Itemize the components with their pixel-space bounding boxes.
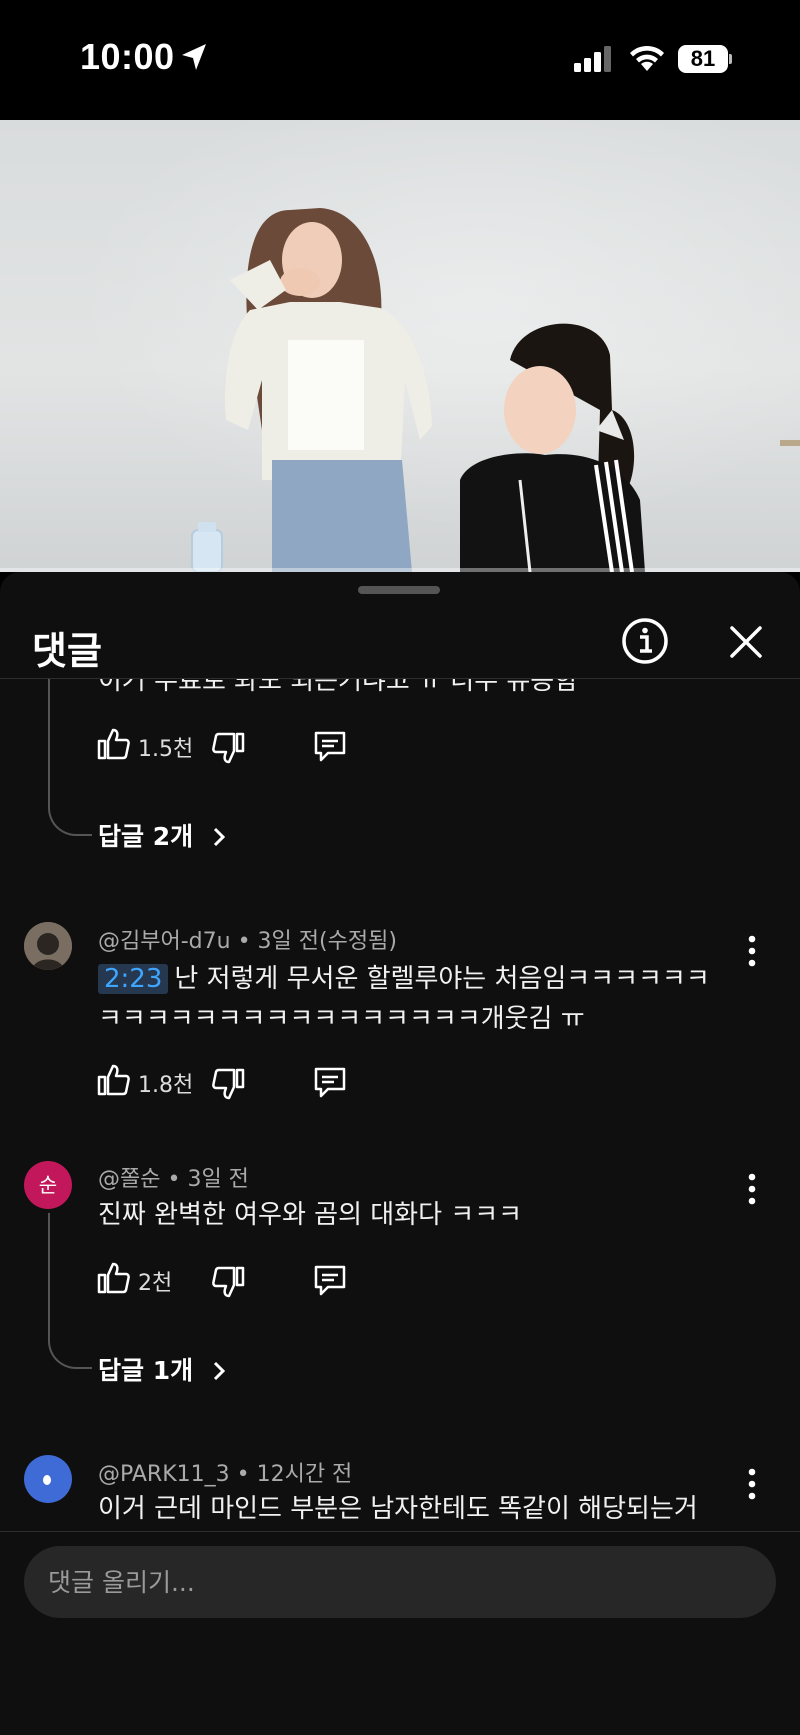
avatar-letter: 순 (38, 1173, 58, 1197)
comment-text-line1: 난 저렇게 무서운 할렐루야는 처음임ㅋㅋㅋㅋㅋㅋ (174, 964, 710, 994)
comments-sheet: 댓글 이거 무료로 봐도 되는거냐고 ㅠ 너무 유용함 1.5천 답글 2개 @… (0, 572, 800, 1735)
video-player[interactable] (0, 120, 800, 572)
view-replies-button[interactable]: 답글 1개 (98, 1351, 228, 1387)
view-replies-button[interactable]: 답글 2개 (98, 817, 228, 853)
comment-text: 이거 근데 마인드 부분은 남자한테도 똑같이 해당되는거 (98, 1494, 698, 1524)
info-icon[interactable] (620, 616, 670, 666)
avatar[interactable]: 순 (24, 1161, 72, 1209)
battery-icon: 81 (678, 45, 732, 73)
comment-input[interactable] (24, 1546, 776, 1618)
comment-text: 이거 무료로 봐도 되는거냐고 ㅠ 너무 유용함 (98, 679, 579, 696)
location-arrow-icon (182, 44, 206, 70)
chevron-right-icon (213, 827, 225, 847)
reply-icon[interactable] (312, 729, 348, 763)
chevron-right-icon (213, 1361, 225, 1381)
wifi-icon (630, 45, 664, 71)
like-count: 1.8천 (138, 1073, 194, 1098)
comments-header: 댓글 (0, 600, 800, 679)
replies-label: 답글 1개 (98, 1356, 194, 1385)
like-icon[interactable] (96, 1261, 130, 1295)
comments-list[interactable]: 이거 무료로 봐도 되는거냐고 ㅠ 너무 유용함 1.5천 답글 2개 @김부어… (0, 679, 800, 1531)
avatar[interactable] (24, 922, 72, 970)
dislike-icon[interactable] (212, 1265, 246, 1299)
comment-meta: • 3일 전(수정됨) (230, 929, 397, 954)
author-handle[interactable]: @PARK11_3 (98, 1462, 230, 1487)
comment-author[interactable]: @쫄순 • 3일 전 (98, 1161, 249, 1193)
signal-icon (574, 46, 611, 72)
avatar-photo (24, 922, 72, 970)
dislike-icon[interactable] (212, 1067, 246, 1101)
like-icon[interactable] (96, 1063, 130, 1097)
author-handle[interactable]: @쫄순 (98, 1167, 160, 1192)
like-count: 1.5천 (138, 737, 194, 762)
comment-author[interactable]: @PARK11_3 • 12시간 전 (98, 1456, 352, 1488)
comment-author[interactable]: @김부어-d7u • 3일 전(수정됨) (98, 923, 397, 955)
close-icon[interactable] (722, 618, 770, 666)
comment-text-line2: ㅋㅋㅋㅋㅋㅋㅋㅋㅋㅋㅋㅋㅋㅋㅋㅋ개웃김 ㅠ (98, 1004, 585, 1034)
reply-icon[interactable] (312, 1065, 348, 1099)
comment-meta: • 3일 전 (160, 1167, 249, 1192)
comments-title: 댓글 (32, 629, 102, 673)
comment-input-bar (0, 1531, 800, 1735)
video-frame-scene (191, 208, 800, 572)
avatar-dot (43, 1475, 51, 1485)
reply-thread-line (48, 679, 92, 836)
drag-handle[interactable] (358, 586, 440, 594)
status-time: 10:00 (80, 36, 175, 77)
avatar[interactable] (24, 1455, 72, 1503)
timestamp-link[interactable]: 2:23 (98, 964, 169, 994)
like-count: 2천 (138, 1271, 173, 1296)
like-icon[interactable] (96, 727, 130, 761)
more-options-icon[interactable] (742, 1464, 762, 1504)
dislike-icon[interactable] (212, 731, 246, 765)
comment-text: 2:23 난 저렇게 무서운 할렐루야는 처음임ㅋㅋㅋㅋㅋㅋ (98, 959, 710, 999)
more-options-icon[interactable] (742, 1169, 762, 1209)
author-handle[interactable]: @김부어-d7u (98, 929, 231, 954)
replies-label: 답글 2개 (98, 822, 194, 851)
battery-percent: 81 (690, 46, 716, 71)
status-bar: 10:00 81 (0, 0, 800, 120)
reply-thread-line (48, 1213, 92, 1369)
reply-icon[interactable] (312, 1263, 348, 1297)
more-options-icon[interactable] (742, 931, 762, 971)
comment-meta: • 12시간 전 (229, 1462, 353, 1487)
comment-text: 진짜 완벽한 여우와 곰의 대화다 ㅋㅋㅋ (98, 1200, 523, 1230)
